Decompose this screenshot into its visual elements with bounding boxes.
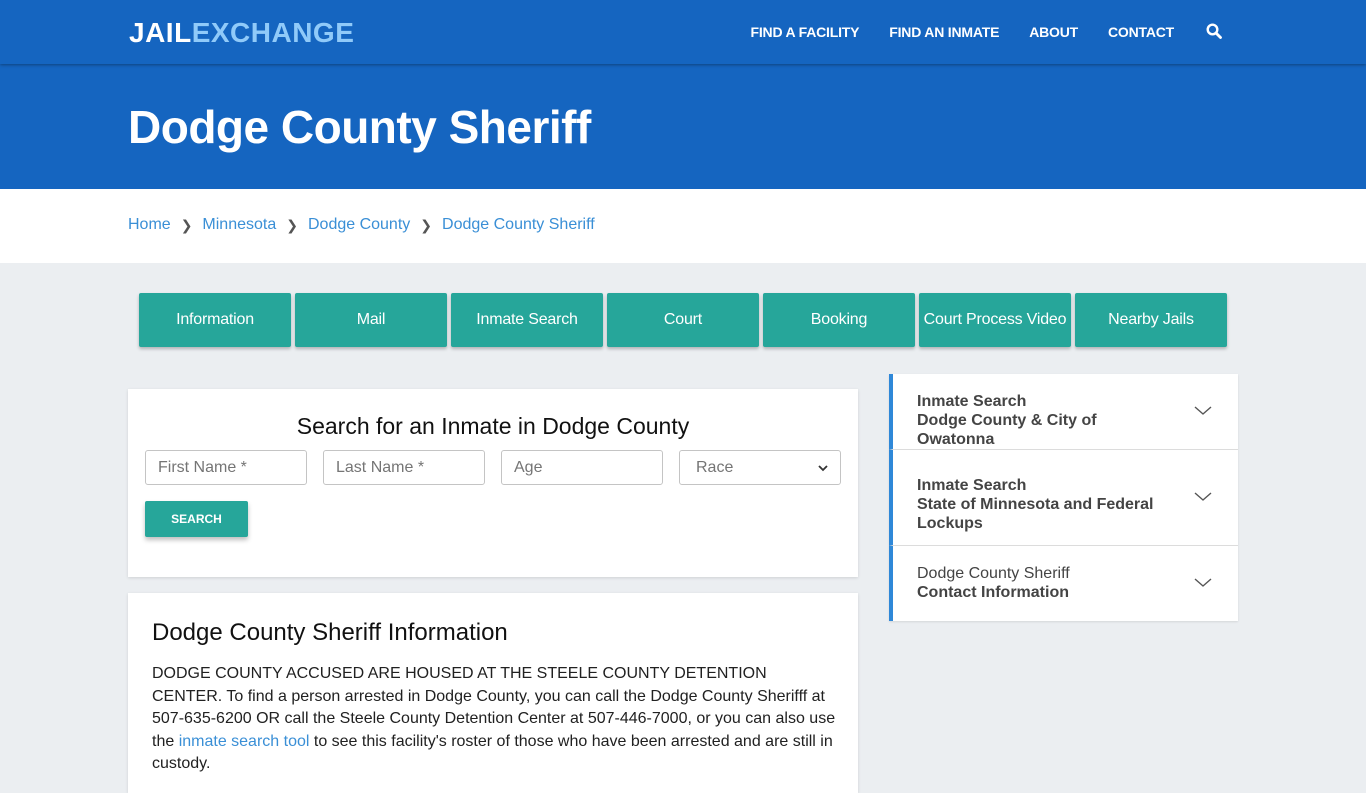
accordion-item-line1: Inmate Search xyxy=(917,393,1027,410)
page-hero: Dodge County Sheriff xyxy=(0,64,1366,189)
nav-find-an-inmate[interactable]: FIND AN INMATE xyxy=(889,24,999,40)
breadcrumb-dodge-county[interactable]: Dodge County xyxy=(308,216,410,234)
inmate-search-card: Search for an Inmate in Dodge County Rac… xyxy=(128,389,858,577)
sheriff-information-card: Dodge County Sheriff Information DODGE C… xyxy=(128,593,858,793)
inmate-search-tool-link[interactable]: inmate search tool xyxy=(179,733,310,750)
search-fields: Race xyxy=(145,450,841,485)
search-card-title: Search for an Inmate in Dodge County xyxy=(296,413,690,439)
chevron-right-icon: ❯ xyxy=(180,216,193,233)
nav-contact[interactable]: CONTACT xyxy=(1108,24,1174,40)
accordion-item-line2: Dodge County & City of Owatonna xyxy=(917,412,1097,448)
tab-court[interactable]: Court xyxy=(607,293,759,347)
chevron-down-icon xyxy=(1194,576,1212,588)
age-input[interactable] xyxy=(501,450,663,485)
tab-nearby-jails[interactable]: Nearby Jails xyxy=(1075,293,1227,347)
section-tabs: Information Mail Inmate Search Court Boo… xyxy=(139,293,1227,347)
first-name-input[interactable] xyxy=(145,450,307,485)
site-logo[interactable]: JAILEXCHANGE xyxy=(129,17,354,49)
info-paragraph: DODGE COUNTY ACCUSED ARE HOUSED AT THE S… xyxy=(152,663,836,776)
chevron-down-icon xyxy=(1194,490,1212,502)
breadcrumb-bar: Home ❯ Minnesota ❯ Dodge County ❯ Dodge … xyxy=(0,189,1366,263)
race-select[interactable]: Race xyxy=(679,450,841,485)
nav-find-a-facility[interactable]: FIND A FACILITY xyxy=(751,24,860,40)
last-name-input[interactable] xyxy=(323,450,485,485)
tab-information[interactable]: Information xyxy=(139,293,291,347)
search-button[interactable]: SEARCH xyxy=(145,501,248,537)
search-icon[interactable] xyxy=(1206,23,1224,41)
accordion-item-line2: Contact Information xyxy=(917,584,1069,601)
nav-about[interactable]: ABOUT xyxy=(1029,24,1078,40)
tab-court-process-video[interactable]: Court Process Video xyxy=(919,293,1071,347)
breadcrumb: Home ❯ Minnesota ❯ Dodge County ❯ Dodge … xyxy=(128,216,595,234)
main-nav: FIND A FACILITY FIND AN INMATE ABOUT CON… xyxy=(721,0,1224,64)
chevron-down-icon xyxy=(818,461,828,475)
race-select-value: Race xyxy=(696,458,734,476)
breadcrumb-dodge-county-sheriff[interactable]: Dodge County Sheriff xyxy=(442,216,595,234)
logo-jail-text: JAIL xyxy=(129,17,192,48)
top-navbar: JAILEXCHANGE FIND A FACILITY FIND AN INM… xyxy=(0,0,1366,64)
accordion-item-dodge-county-inmate-search[interactable]: Inmate Search Dodge County & City of Owa… xyxy=(889,374,1238,450)
breadcrumb-home[interactable]: Home xyxy=(128,216,171,234)
accordion-item-contact-information[interactable]: Dodge County Sheriff Contact Information xyxy=(889,546,1238,621)
accordion-item-line1: Inmate Search xyxy=(917,477,1027,494)
chevron-right-icon: ❯ xyxy=(420,216,433,233)
accordion-item-line1: Dodge County Sheriff xyxy=(917,565,1070,582)
accordion-item-line2: State of Minnesota and Federal Lockups xyxy=(917,496,1154,532)
sidebar-accordion: Inmate Search Dodge County & City of Owa… xyxy=(889,374,1238,621)
tab-mail[interactable]: Mail xyxy=(295,293,447,347)
tab-inmate-search[interactable]: Inmate Search xyxy=(451,293,603,347)
page-title: Dodge County Sheriff xyxy=(128,101,591,153)
logo-exchange-text: EXCHANGE xyxy=(191,17,355,48)
chevron-down-icon xyxy=(1194,404,1212,416)
breadcrumb-minnesota[interactable]: Minnesota xyxy=(202,216,276,234)
info-card-title: Dodge County Sheriff Information xyxy=(152,619,508,646)
chevron-right-icon: ❯ xyxy=(286,216,298,233)
accordion-item-state-inmate-search[interactable]: Inmate Search State of Minnesota and Fed… xyxy=(889,450,1238,546)
tab-booking[interactable]: Booking xyxy=(763,293,915,347)
